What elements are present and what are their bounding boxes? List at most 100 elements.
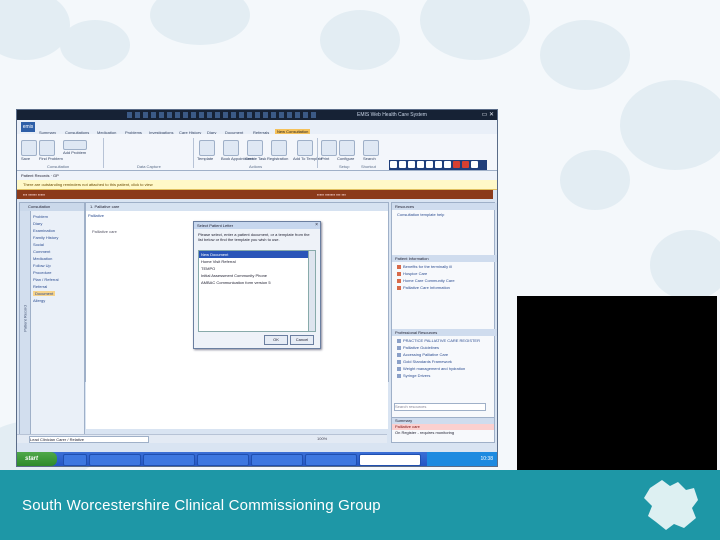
patient-record-vertical-tab[interactable]: Patient Record <box>20 211 31 435</box>
toolbar-button-icon[interactable] <box>399 161 406 168</box>
add-to-template-icon[interactable] <box>297 140 313 156</box>
toolbar-button-icon[interactable] <box>408 161 415 168</box>
reminder-alert-bar[interactable]: There are outstanding reminders not atta… <box>17 180 497 190</box>
document-icon <box>397 338 401 343</box>
find-problem-icon[interactable] <box>39 140 55 156</box>
add-problem-icon[interactable] <box>63 140 87 150</box>
shortcut-toolbar[interactable] <box>389 160 487 170</box>
list-scrollbar[interactable] <box>308 250 316 332</box>
configure-label: Configure <box>337 156 355 161</box>
nav-item-family-history[interactable]: Family History <box>33 235 58 240</box>
toolbar-button-icon[interactable] <box>435 161 442 168</box>
ok-button[interactable]: OK <box>264 335 288 345</box>
toolbar-button-icon[interactable] <box>471 161 478 168</box>
group-actions: Actions <box>249 164 263 169</box>
close-icon[interactable]: × <box>315 222 318 229</box>
toolbar-button-icon[interactable] <box>417 161 424 168</box>
vertical-tab-label: Patient Record <box>22 305 28 332</box>
list-item[interactable]: TEMPO <box>199 265 309 272</box>
taskbar-task[interactable] <box>143 454 195 466</box>
lead-clinician-field[interactable]: Lead Clinician Carer / Relative <box>29 436 149 443</box>
resource-link[interactable]: Consultation template help <box>397 212 444 217</box>
group-setup: Setup <box>339 164 350 169</box>
nav-item-follow-up[interactable]: Follow Up <box>33 263 51 268</box>
alert-icon[interactable] <box>462 161 469 168</box>
toolbar-button-icon[interactable] <box>444 161 451 168</box>
free-text-pane[interactable] <box>86 381 388 429</box>
resources-panel: Resources Consultation template help Pat… <box>391 202 497 436</box>
professional-resource-link[interactable]: Gold Standards Framework <box>397 359 452 364</box>
save-icon[interactable] <box>21 140 37 156</box>
alert-icon[interactable] <box>453 161 460 168</box>
dialog-title-bar: Select Patient Letter × <box>194 222 320 229</box>
taskbar-task[interactable] <box>251 454 303 466</box>
nav-item-procedure[interactable]: Procedure <box>33 270 51 275</box>
data-capture-list[interactable] <box>107 140 187 156</box>
professional-resource-link[interactable]: Weight management and hydration <box>397 366 465 371</box>
search-label: Search <box>363 156 376 161</box>
nav-item-diary[interactable]: Diary <box>33 221 42 226</box>
template-icon[interactable] <box>199 140 215 156</box>
nav-item-comment[interactable]: Comment <box>33 249 50 254</box>
document-icon <box>397 373 401 378</box>
footer-title: South Worcestershire Clinical Commission… <box>22 497 381 514</box>
alert-text[interactable]: There are outstanding reminders not atta… <box>23 182 153 187</box>
window-titlebar: EMIS Web Health Care System ▭ ✕ <box>17 110 497 120</box>
nav-item-problem[interactable]: Problem <box>33 214 48 219</box>
professional-resource-link[interactable]: Syringe Drivers <box>397 373 430 378</box>
search-icon[interactable] <box>363 140 379 156</box>
professional-resource-label: PRACTICE PALLIATIVE CARE REGISTER <box>403 338 480 343</box>
patient-info-link[interactable]: Benefits for the terminally ill <box>397 264 452 269</box>
summary-row[interactable]: On Register - requires monitoring <box>392 430 494 436</box>
create-task-label: Create Task <box>245 156 267 161</box>
taskbar-task[interactable] <box>197 454 249 466</box>
patient-info-link[interactable]: Palliative Care Information <box>397 285 450 290</box>
cancel-button[interactable]: Cancel <box>290 335 314 345</box>
nav-item-referral[interactable]: Referral <box>33 284 47 289</box>
document-icon <box>397 352 401 357</box>
taskbar-search-box[interactable] <box>359 454 421 466</box>
patient-info-link[interactable]: Hospice Care <box>397 271 427 276</box>
patient-info-label: Hospice Care <box>403 271 428 276</box>
book-appointment-icon[interactable] <box>223 140 239 156</box>
patient-info-link[interactable]: Home Care Community Care <box>397 278 455 283</box>
consultation-tab[interactable]: 1. Palliative care <box>86 203 388 211</box>
create-task-icon[interactable] <box>247 140 263 156</box>
registration-icon[interactable] <box>271 140 287 156</box>
list-item[interactable]: AMBAC Communication form version 5 <box>199 279 309 286</box>
nav-item-allergy[interactable]: Allergy <box>33 298 45 303</box>
print-icon[interactable] <box>321 140 337 156</box>
emis-logo[interactable]: emis <box>21 122 35 132</box>
professional-resource-link[interactable]: PRACTICE PALLIATIVE CARE REGISTER <box>397 338 480 343</box>
toolbar-button-icon[interactable] <box>390 161 397 168</box>
nav-item-examination[interactable]: Examination <box>33 228 55 233</box>
list-item[interactable]: Home Visit Referral <box>199 258 309 265</box>
quick-launch-icons[interactable] <box>127 112 317 118</box>
nav-item-medication[interactable]: Medication <box>33 256 52 261</box>
group-shortcut: Shortcut <box>361 164 376 169</box>
letter-template-list[interactable]: New Document Home Visit Referral TEMPO I… <box>198 250 310 332</box>
toolbar-button-icon[interactable] <box>426 161 433 168</box>
professional-resource-link[interactable]: Palliative Guidelines <box>397 345 439 350</box>
zoom-level[interactable]: 100% <box>317 436 327 441</box>
select-letter-dialog: Select Patient Letter × Please select, e… <box>193 221 321 349</box>
professional-resource-label: Weight management and hydration <box>403 366 466 371</box>
patient-info-label: Benefits for the terminally ill <box>403 264 452 269</box>
start-button[interactable]: start <box>17 452 57 466</box>
document-icon <box>397 345 401 350</box>
professional-resource-label: Syringe Drivers <box>403 373 431 378</box>
dialog-title: Select Patient Letter <box>197 223 234 228</box>
taskbar-quick-launch[interactable] <box>63 454 87 466</box>
professional-resource-link[interactable]: Accessing Palliative Care <box>397 352 448 357</box>
resources-search-input[interactable]: Search resources <box>394 403 486 411</box>
list-item[interactable]: New Document <box>199 251 309 258</box>
nav-item-plan-referral[interactable]: Plan / Referral <box>33 277 59 282</box>
configure-icon[interactable] <box>339 140 355 156</box>
list-item[interactable]: Initial Assessment Community Phone <box>199 272 309 279</box>
nav-item-document[interactable]: Document <box>33 291 56 296</box>
consultation-navigator: Consultation Patient Record Problem Diar… <box>19 202 85 436</box>
taskbar-task[interactable] <box>89 454 141 466</box>
taskbar-task[interactable] <box>305 454 357 466</box>
nav-item-social[interactable]: Social <box>33 242 44 247</box>
window-controls[interactable]: ▭ ✕ <box>482 111 494 118</box>
